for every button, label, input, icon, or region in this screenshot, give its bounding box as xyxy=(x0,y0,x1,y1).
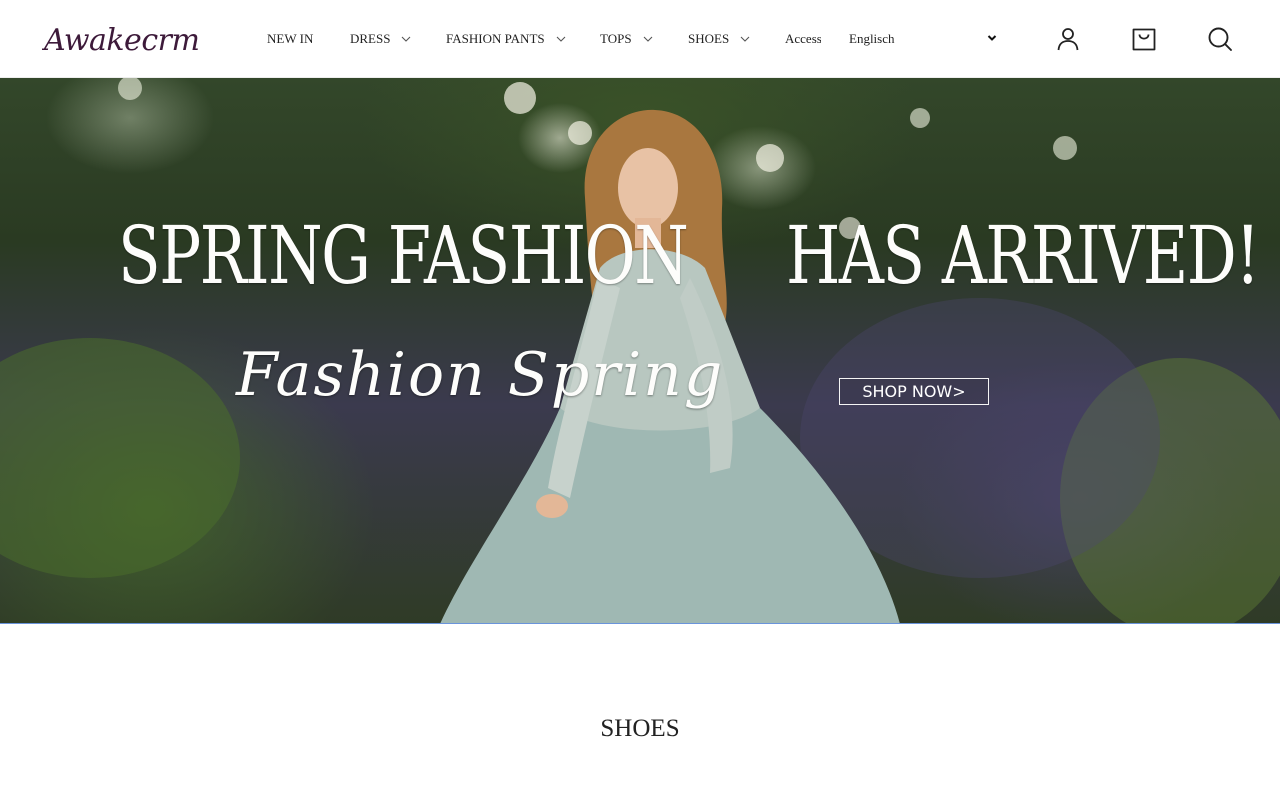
brand-logo-wordmark: Awakecrm xyxy=(42,23,200,58)
hero-script-text: Fashion Spring xyxy=(236,340,725,410)
nav-item-shoes[interactable]: SHOES xyxy=(688,31,752,47)
language-selected: Englisch xyxy=(849,31,895,46)
nav-item-label: DRESS xyxy=(350,31,391,46)
chevron-down-icon xyxy=(738,32,752,46)
chevron-down-icon xyxy=(641,32,655,46)
nav-item-label: FASHION PANTS xyxy=(446,31,545,46)
svg-text:Awakecrm: Awakecrm xyxy=(42,23,199,58)
chevron-down-icon xyxy=(399,32,413,46)
language-select[interactable]: Englisch xyxy=(849,30,999,48)
hero-headline-left: SPRING FASHION xyxy=(118,209,689,302)
nav-item-accessories[interactable]: Access xyxy=(785,31,821,47)
nav-item-new-in[interactable]: NEW IN xyxy=(267,31,313,47)
section-title-shoes: SHOES xyxy=(600,715,680,742)
nav-item-dress[interactable]: DRESS xyxy=(350,31,413,47)
hero-bottom-strip xyxy=(0,623,1280,624)
search-icon[interactable] xyxy=(1206,25,1234,53)
nav-item-label: Access xyxy=(785,31,821,46)
nav-item-tops[interactable]: TOPS xyxy=(600,31,655,47)
chevron-down-icon xyxy=(985,31,999,45)
user-icon[interactable] xyxy=(1054,25,1082,53)
nav-item-label: SHOES xyxy=(688,31,730,46)
nav-item-label: NEW IN xyxy=(267,31,314,46)
shop-now-button[interactable]: SHOP NOW> xyxy=(839,378,989,405)
hero-headline-right: HAS ARRIVED! xyxy=(786,209,1260,302)
main-nav: NEW IN DRESS FASHION PANTS TOPS SHOES Ac… xyxy=(267,0,821,78)
site-header: Awakecrm NEW IN DRESS FASHION PANTS TOPS… xyxy=(0,0,1280,78)
chevron-down-icon xyxy=(554,32,568,46)
brand-logo[interactable]: Awakecrm xyxy=(42,17,212,61)
nav-item-fashion-pants[interactable]: FASHION PANTS xyxy=(446,31,568,47)
hero-banner[interactable]: SPRING FASHION HAS ARRIVED! Fashion Spri… xyxy=(0,78,1280,624)
nav-item-label: TOPS xyxy=(600,31,632,46)
cart-icon[interactable] xyxy=(1130,25,1158,53)
